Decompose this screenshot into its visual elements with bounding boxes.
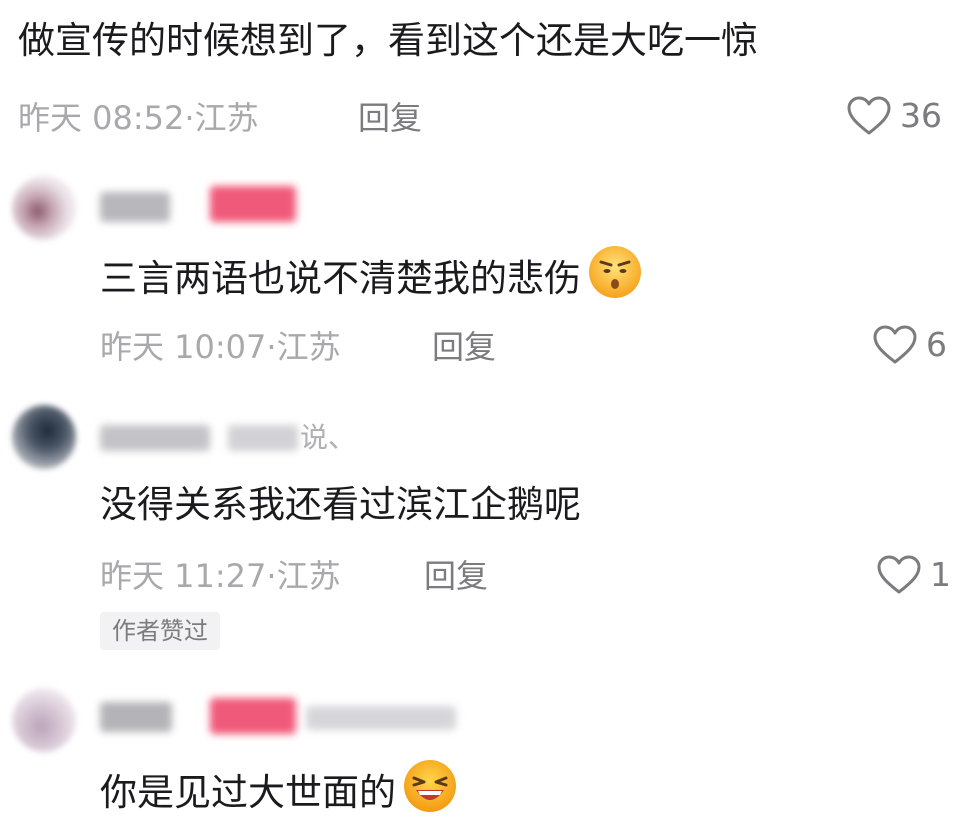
reply-button[interactable]: 回复 — [424, 556, 488, 596]
user-badge-blurred — [210, 186, 296, 222]
hushed-face-emoji — [587, 244, 643, 311]
like-button[interactable]: 6 — [872, 324, 947, 366]
username-blurred — [228, 425, 298, 451]
comment-time: 昨天 11:27·江苏 — [100, 557, 341, 595]
laughing-face-emoji — [402, 758, 458, 825]
comment-text: 做宣传的时候想到了，看到这个还是大吃一惊 — [18, 19, 758, 62]
comment-text-row: 三言两语也说不清楚我的悲伤 — [100, 246, 643, 311]
username-blurred[interactable] — [100, 192, 170, 222]
user-badge-blurred — [210, 698, 296, 734]
comment-text: 没得关系我还看过滨江企鹅呢 — [100, 483, 581, 526]
comment-time: 昨天 08:52·江苏 — [18, 99, 259, 137]
comment-text: 你是见过大世面的 — [100, 771, 396, 814]
user-info-blurred — [306, 706, 456, 730]
comment-time: 昨天 10:07·江苏 — [100, 328, 341, 366]
avatar[interactable] — [12, 176, 76, 240]
like-button[interactable]: 36 — [846, 95, 942, 137]
avatar[interactable] — [12, 405, 76, 469]
heart-icon — [876, 554, 922, 596]
heart-icon — [872, 324, 918, 366]
avatar[interactable] — [12, 688, 76, 752]
author-liked-badge: 作者赞过 — [100, 612, 220, 650]
username-blurred[interactable] — [100, 425, 210, 451]
username-blurred[interactable] — [100, 702, 172, 732]
like-count: 1 — [930, 555, 951, 594]
comment-text: 三言两语也说不清楚我的悲伤 — [100, 257, 581, 300]
username-suffix: 说、 — [300, 421, 357, 454]
comment-text-row: 你是见过大世面的 — [100, 760, 458, 825]
reply-button[interactable]: 回复 — [432, 327, 496, 367]
like-count: 6 — [926, 325, 947, 364]
like-count: 36 — [900, 96, 942, 135]
heart-icon — [846, 95, 892, 137]
reply-button[interactable]: 回复 — [358, 98, 422, 138]
like-button[interactable]: 1 — [876, 554, 951, 596]
